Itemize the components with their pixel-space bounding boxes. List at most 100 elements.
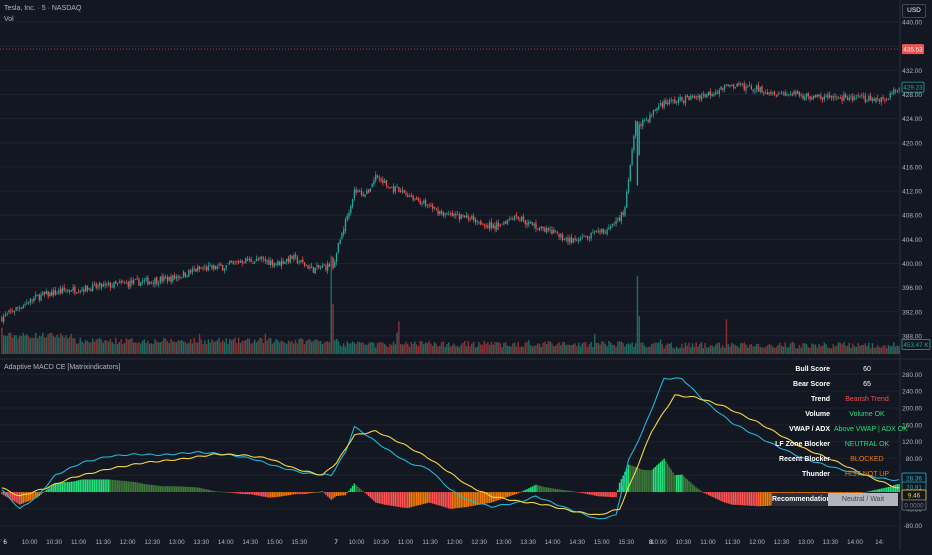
candle-body bbox=[357, 190, 359, 193]
candle-body bbox=[795, 91, 797, 95]
volume-bar bbox=[307, 339, 309, 354]
volume-bar bbox=[455, 346, 457, 354]
volume-bar bbox=[551, 343, 553, 354]
volume-bar bbox=[182, 341, 185, 354]
candle-body bbox=[401, 190, 404, 192]
candle-body bbox=[624, 207, 626, 216]
volume-bar bbox=[10, 332, 12, 354]
histogram-bar bbox=[266, 492, 268, 498]
histogram-bar bbox=[674, 475, 676, 493]
volume-bar bbox=[243, 340, 245, 354]
candle-body bbox=[839, 97, 842, 99]
histogram-bar bbox=[93, 479, 96, 493]
time-axis-label: 14:00 bbox=[218, 539, 234, 546]
indicator-title[interactable]: Adaptive MACD CE [Matrixindicators] bbox=[4, 364, 120, 371]
volume-bar bbox=[857, 343, 859, 354]
histogram-bar bbox=[157, 485, 160, 493]
volume-bar bbox=[305, 340, 308, 354]
histogram-bar bbox=[424, 492, 427, 504]
volume-bar bbox=[545, 343, 548, 354]
candle-body bbox=[214, 265, 217, 269]
histogram-bar bbox=[764, 492, 767, 506]
candle-body bbox=[553, 229, 555, 234]
candle-body bbox=[476, 221, 478, 222]
volume-bar bbox=[494, 341, 496, 354]
signal-row: LF Zone Blocker NEUTRAL OK bbox=[770, 438, 932, 453]
volume-bar bbox=[665, 344, 667, 354]
volume-bar bbox=[453, 343, 455, 354]
volume-bar bbox=[811, 343, 813, 354]
volume-bar bbox=[147, 340, 149, 354]
histogram-bar bbox=[684, 477, 687, 493]
volume-bar bbox=[188, 342, 190, 354]
volume-bar bbox=[394, 344, 397, 354]
histogram-bar bbox=[757, 492, 760, 507]
histogram-bar bbox=[412, 492, 414, 507]
histogram-bar bbox=[202, 488, 204, 493]
candle-body bbox=[63, 287, 65, 291]
volume-bar bbox=[125, 338, 128, 354]
histogram-bar bbox=[715, 492, 717, 499]
volume-bar bbox=[113, 344, 115, 354]
histogram-bar bbox=[766, 492, 769, 506]
histogram-bar bbox=[188, 486, 190, 493]
histogram-bar bbox=[253, 492, 256, 495]
histogram-bar bbox=[506, 492, 509, 498]
time-axis-label: 15:00 bbox=[594, 539, 610, 546]
candle-body bbox=[36, 294, 39, 296]
volume-bar bbox=[204, 340, 206, 354]
volume-label[interactable]: Vol bbox=[4, 16, 14, 23]
candle-body bbox=[570, 237, 573, 244]
candle-body bbox=[576, 240, 578, 241]
candle-body bbox=[764, 92, 767, 94]
oscillator-tag-label: 0.0000 bbox=[904, 503, 924, 510]
histogram-bar bbox=[357, 486, 359, 493]
volume-bar bbox=[88, 342, 90, 354]
volume-bar bbox=[234, 337, 236, 354]
candle-body bbox=[432, 205, 434, 209]
histogram-bar bbox=[376, 492, 379, 503]
histogram-bar bbox=[688, 480, 690, 493]
candle-body bbox=[846, 98, 849, 100]
candle-body bbox=[124, 282, 126, 284]
candle-body bbox=[10, 309, 12, 311]
price-tick-label: 408.00 bbox=[902, 213, 922, 220]
volume-bar bbox=[695, 342, 697, 354]
histogram-bar bbox=[604, 492, 607, 497]
volume-bar bbox=[449, 346, 452, 354]
candle-body bbox=[156, 277, 158, 284]
candle-body bbox=[186, 276, 188, 277]
candle-body bbox=[415, 197, 418, 200]
volume-bar bbox=[118, 342, 121, 354]
histogram-bar bbox=[889, 486, 891, 493]
volume-bar bbox=[684, 342, 687, 354]
candle-body bbox=[286, 258, 288, 262]
candle-body bbox=[298, 262, 300, 263]
histogram-bar bbox=[109, 479, 112, 493]
candle-body bbox=[54, 289, 56, 295]
volume-bar bbox=[583, 342, 585, 354]
volume-bar bbox=[216, 340, 219, 354]
volume-bar bbox=[200, 339, 202, 354]
currency-button[interactable]: USD bbox=[902, 4, 926, 18]
candle-body bbox=[601, 228, 603, 233]
volume-bar bbox=[885, 348, 888, 354]
signal-value: 60 bbox=[863, 366, 871, 373]
volume-bar bbox=[896, 345, 899, 354]
histogram-bar bbox=[369, 492, 372, 498]
symbol-title[interactable]: Tesla, Inc. · 5 · NASDAQ bbox=[4, 5, 81, 12]
candle-body bbox=[412, 195, 414, 200]
volume-bar bbox=[647, 346, 649, 354]
histogram-bar bbox=[72, 481, 74, 493]
candle-body bbox=[355, 189, 357, 193]
candle-body bbox=[884, 99, 886, 101]
volume-bar bbox=[853, 346, 856, 354]
candle-body bbox=[791, 93, 793, 96]
candle-body bbox=[834, 96, 836, 97]
candle-body bbox=[469, 218, 471, 221]
volume-bar bbox=[764, 347, 767, 354]
candle-body bbox=[152, 283, 154, 284]
histogram-bar bbox=[195, 487, 197, 493]
candle-body bbox=[259, 257, 261, 260]
candle-body bbox=[610, 226, 612, 228]
